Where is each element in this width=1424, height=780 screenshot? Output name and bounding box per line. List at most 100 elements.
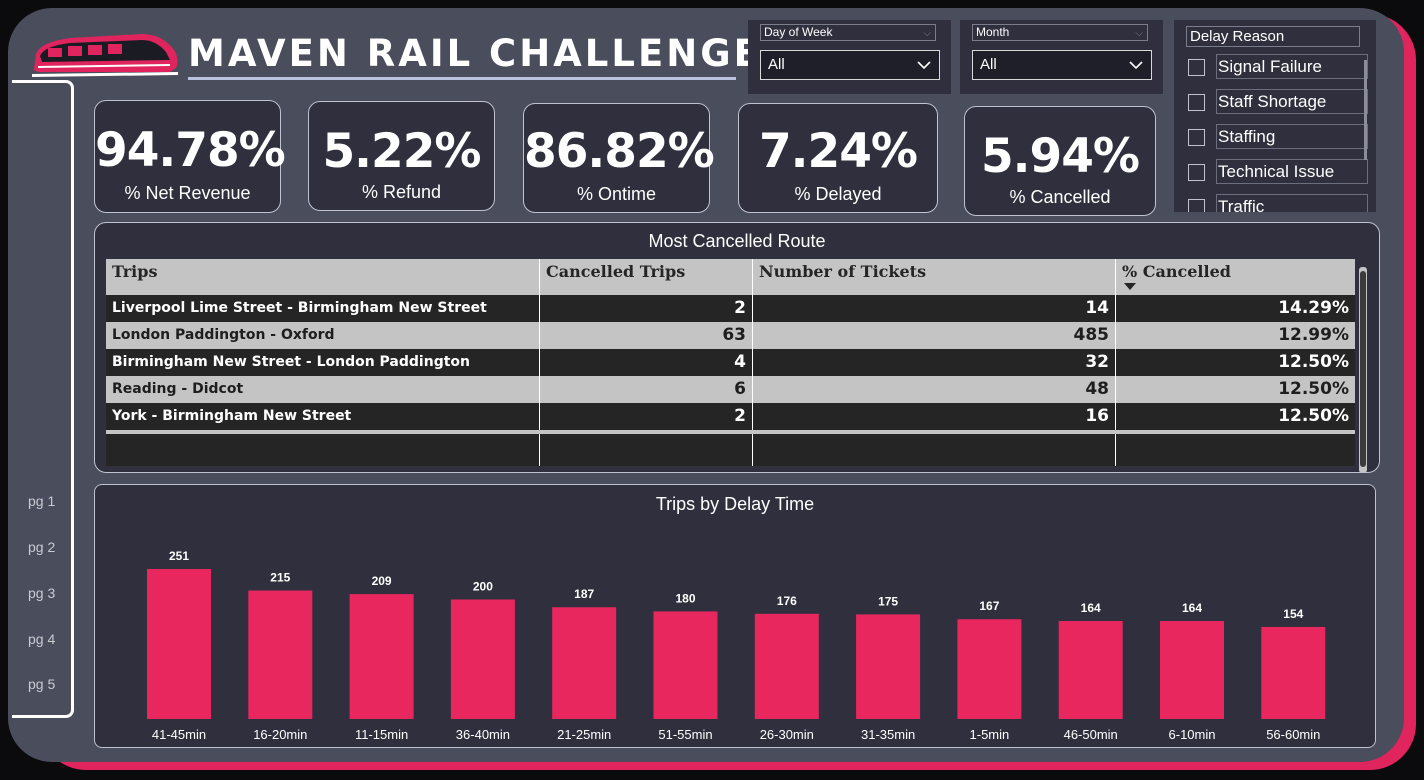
bar-21-25min[interactable]: [552, 607, 617, 719]
x-tick-label: 1-5min: [970, 727, 1010, 742]
day-of-week-slicer: Day of Week ⌵ All: [748, 20, 951, 94]
bar-46-50min[interactable]: [1058, 620, 1123, 719]
trips-by-delay-time-card: Trips by Delay Time 251 41-45min 215 16-20m…: [94, 484, 1376, 748]
bar-6-10min[interactable]: [1160, 620, 1224, 719]
kpi-value: 7.24%: [758, 124, 918, 179]
bar-16-20min[interactable]: [248, 590, 313, 719]
cancelled-trips-cell: 2: [540, 403, 753, 430]
cancelled-trips-cell: 4: [540, 349, 753, 376]
kpi-label: % Ontime: [576, 184, 657, 204]
x-tick-label: 56-60min: [1266, 727, 1320, 742]
nav-page-2[interactable]: pg 2: [28, 539, 55, 555]
data-label: 200: [473, 579, 493, 593]
bar-41-45min[interactable]: [147, 569, 211, 719]
kpi-label: % Delayed: [794, 184, 882, 204]
x-tick-label: 46-50min: [1064, 727, 1118, 742]
chevron-down-icon: ⌵: [923, 28, 931, 39]
pct-cancelled-cell: 12.50%: [1278, 379, 1349, 399]
checkbox[interactable]: [1188, 199, 1205, 212]
bar-51-55min[interactable]: [653, 611, 718, 719]
data-label: 164: [1182, 601, 1202, 615]
scrollbar-thumb[interactable]: [1360, 271, 1366, 467]
pct-cancelled-cell: 14.29%: [1278, 298, 1349, 318]
checkbox[interactable]: [1188, 59, 1205, 76]
data-label: 167: [979, 599, 999, 613]
table-row[interactable]: Reading - Didcot 6 48 12.50%: [106, 376, 1355, 403]
table-row[interactable]: Birmingham New Street - London Paddingto…: [106, 349, 1355, 376]
nav-page-1[interactable]: pg 1: [28, 493, 55, 509]
nav-page-5[interactable]: pg 5: [28, 676, 55, 692]
column-header-cancelled-trips[interactable]: Cancelled Trips: [540, 259, 753, 295]
tickets-cell: 48: [753, 376, 1116, 403]
option-label: Signal Failure: [1216, 54, 1368, 79]
month-label: Month ⌵: [972, 24, 1148, 41]
pct-cancelled-cell: 12.50%: [1278, 406, 1349, 426]
cancelled-trips-cell: 63: [540, 322, 753, 349]
delay-reason-option[interactable]: Signal Failure: [1188, 54, 1368, 79]
scrollbar[interactable]: [1364, 60, 1367, 160]
x-tick-label: 21-25min: [557, 727, 611, 742]
checkbox[interactable]: [1188, 129, 1205, 146]
data-label: 209: [372, 574, 392, 588]
train-logo-icon: [32, 34, 178, 77]
column-header-pct-cancelled[interactable]: % Cancelled: [1116, 259, 1355, 295]
dashboard-canvas: MAVEN RAIL CHALLENGE Day of Week ⌵ All Mo…: [8, 8, 1404, 762]
x-tick-label: 51-55min: [658, 727, 712, 742]
table-total-row: [106, 430, 1355, 466]
x-tick-label: 26-30min: [760, 727, 814, 742]
page-title: MAVEN RAIL CHALLENGE: [188, 32, 762, 75]
delay-reason-option[interactable]: Technical Issue: [1188, 159, 1368, 184]
bar-26-30min[interactable]: [754, 613, 819, 719]
sort-descending-icon: [1124, 283, 1136, 290]
x-tick-label: 6-10min: [1169, 727, 1216, 742]
option-label: Staffing: [1216, 124, 1368, 149]
day-of-week-dropdown[interactable]: All: [760, 50, 940, 80]
delay-reason-option[interactable]: Traffic: [1188, 194, 1368, 212]
bar-56-60min[interactable]: [1261, 626, 1326, 719]
data-label: 154: [1283, 607, 1303, 621]
tickets-cell: 16: [753, 403, 1116, 430]
delay-reason-option[interactable]: Staffing: [1188, 124, 1368, 149]
kpi-card-ontime: 86.82% % Ontime: [523, 103, 715, 213]
table-row[interactable]: York - Birmingham New Street 2 16 12.50%: [106, 403, 1355, 430]
month-value: All: [980, 56, 997, 73]
kpi-card-cancelled: 5.94% % Cancelled: [964, 106, 1156, 216]
page-navigator: pg 1 pg 2 pg 3 pg 4 pg 5: [12, 80, 74, 718]
data-label: 175: [878, 594, 898, 608]
bar-31-35min[interactable]: [856, 614, 921, 719]
checkbox[interactable]: [1188, 94, 1205, 111]
table-scrollbar[interactable]: [1359, 267, 1367, 472]
kpi-value: 5.94%: [980, 129, 1140, 184]
chevron-down-icon: [917, 61, 931, 70]
kpi-label: % Net Revenue: [124, 183, 251, 203]
pct-cancelled-cell: 12.50%: [1278, 352, 1349, 372]
trip-cell: Birmingham New Street - London Paddingto…: [106, 349, 540, 376]
x-tick-label: 31-35min: [861, 727, 915, 742]
delay-reason-label: Delay Reason: [1186, 26, 1360, 47]
nav-page-3[interactable]: pg 3: [28, 585, 55, 601]
day-of-week-value: All: [768, 56, 785, 73]
column-header-number-of-tickets[interactable]: Number of Tickets: [753, 259, 1116, 295]
table-row[interactable]: Liverpool Lime Street - Birmingham New S…: [106, 295, 1355, 322]
table-row[interactable]: London Paddington - Oxford 63 485 12.99%: [106, 322, 1355, 349]
month-dropdown[interactable]: All: [972, 50, 1152, 80]
bar-36-40min[interactable]: [450, 599, 515, 719]
delay-reason-option[interactable]: Staff Shortage: [1188, 89, 1368, 114]
x-tick-label: 11-15min: [355, 727, 408, 742]
cancelled-trips-cell: 6: [540, 376, 753, 403]
data-label: 187: [574, 587, 594, 601]
kpi-value: 86.82%: [524, 124, 715, 179]
table-title: Most Cancelled Route: [648, 231, 826, 251]
trip-cell: Reading - Didcot: [106, 376, 540, 403]
bar-11-15min[interactable]: [349, 594, 414, 719]
data-label: 164: [1081, 601, 1101, 615]
checkbox[interactable]: [1188, 164, 1205, 181]
bar-1-5min[interactable]: [957, 619, 1022, 719]
column-header-trips[interactable]: Trips: [106, 259, 540, 295]
kpi-card-net-revenue: 94.78% % Net Revenue: [94, 100, 286, 213]
nav-page-4[interactable]: pg 4: [28, 631, 55, 647]
cancelled-trips-cell: 2: [540, 295, 753, 322]
delay-reason-slicer: Delay Reason Signal Failure Staff Shorta…: [1174, 20, 1376, 212]
option-label: Staff Shortage: [1216, 89, 1368, 114]
option-label: Traffic: [1216, 194, 1368, 212]
